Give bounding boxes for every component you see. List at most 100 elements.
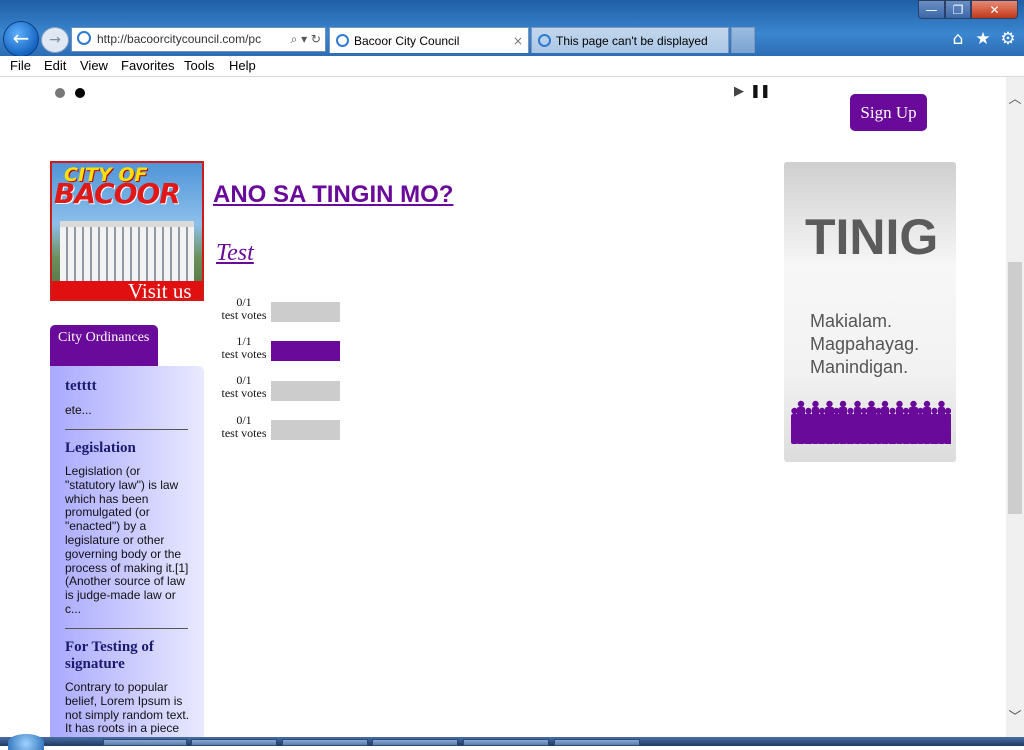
crowd-person-body	[930, 414, 939, 444]
menu-favorites[interactable]: Favorites	[121, 58, 174, 73]
menu-view[interactable]: View	[80, 58, 108, 73]
back-button[interactable]: ←	[3, 21, 39, 57]
crowd-person-head	[818, 407, 826, 415]
poll-option-fraction: 0/1	[236, 295, 252, 309]
crowd-person-body	[923, 407, 931, 444]
city-of-bacoor-banner[interactable]: CITY OF BACOOR Visit us	[50, 161, 204, 301]
slider-dot[interactable]	[55, 88, 65, 98]
city-hall-building-image	[60, 221, 194, 285]
slider-play-icon[interactable]: ▶	[734, 84, 744, 99]
home-icon[interactable]: ⌂	[947, 29, 969, 49]
crowd-person-head	[902, 407, 910, 415]
crowd-person-head	[839, 400, 847, 408]
scroll-up-arrow-icon[interactable]: ︿	[1006, 88, 1024, 107]
crowd-person-body	[917, 414, 924, 444]
ie-tab-icon	[336, 34, 349, 47]
city-ordinances-tab[interactable]: City Ordinances	[50, 325, 158, 367]
crowd-person-head	[938, 400, 945, 408]
ordinance-title[interactable]: For Testing of signature	[65, 639, 204, 673]
slider-dot-active[interactable]	[75, 88, 85, 98]
taskbar-item[interactable]	[554, 739, 640, 746]
poll-heading-link[interactable]: ANO SA TINGIN MO?	[213, 181, 453, 209]
poll-option-label: test votes	[221, 347, 267, 361]
taskbar-item[interactable]	[282, 739, 368, 746]
ordinance-divider	[65, 628, 188, 629]
crowd-person-head	[812, 400, 819, 408]
crowd-person-body	[825, 407, 834, 444]
ordinance-excerpt: Legislation (or "statutory law") is law …	[65, 464, 189, 616]
tab-title: This page can't be displayed	[556, 34, 708, 48]
taskbar-item[interactable]	[463, 739, 549, 746]
forward-button[interactable]: →	[41, 27, 69, 53]
tab-page-cant-be-displayed[interactable]: This page can't be displayed	[531, 27, 729, 53]
crowd-person-head	[833, 407, 840, 415]
tinig-slogan-line: Magpahayag.	[810, 334, 920, 354]
crowd-person-head	[889, 407, 896, 415]
maximize-button[interactable]: ❐	[945, 0, 971, 19]
poll-option-count: 0/1 test votes	[218, 374, 270, 400]
crowd-person-body	[797, 407, 805, 444]
poll-option-label: test votes	[221, 426, 267, 440]
city-ordinances-panel: tetttt ete... Legislation Legislation (o…	[50, 366, 204, 746]
taskbar-item[interactable]	[191, 739, 277, 746]
taskbar-item[interactable]	[103, 739, 187, 746]
crowd-person-body	[881, 407, 889, 444]
crowd-person-body	[812, 407, 819, 444]
tinig-title: TINIG	[805, 209, 939, 265]
crowd-person-body	[875, 414, 882, 444]
address-tools-icons[interactable]: ⌕ ▾ ↻	[286, 28, 325, 51]
tab-title: Bacoor City Council	[354, 34, 460, 48]
crowd-person-head	[931, 407, 938, 415]
crowd-person-head	[791, 407, 798, 415]
crowd-person-body	[944, 414, 951, 444]
ordinance-title[interactable]: tetttt	[65, 378, 97, 395]
ordinance-excerpt: Contrary to popular belief, Lorem Ipsum …	[65, 680, 190, 736]
favorites-star-icon[interactable]: ★	[972, 29, 994, 49]
tinig-slogan-line: Manindigan.	[810, 357, 909, 377]
crowd-person-head	[917, 407, 924, 415]
crowd-person-body	[846, 414, 855, 444]
start-button-icon[interactable]	[8, 734, 44, 750]
crowd-person-body	[867, 407, 876, 444]
taskbar-item[interactable]	[372, 739, 458, 746]
settings-gear-icon[interactable]: ⚙	[997, 29, 1019, 49]
scroll-down-arrow-icon[interactable]: ﹀	[1006, 706, 1024, 725]
minimize-button[interactable]: —	[918, 0, 945, 19]
sign-up-button[interactable]: Sign Up	[850, 94, 927, 131]
poll-option-count: 0/1 test votes	[218, 296, 270, 322]
crowd-person-body	[860, 414, 868, 444]
crowd-person-head	[847, 407, 854, 415]
crowd-person-body	[896, 407, 903, 444]
ordinance-title[interactable]: Legislation	[65, 440, 136, 457]
poll-option-label: test votes	[221, 386, 267, 400]
tab-close-icon[interactable]: ×	[513, 28, 523, 53]
menu-help[interactable]: Help	[229, 58, 256, 73]
close-window-button[interactable]: ✕	[971, 0, 1018, 19]
tab-bacoor-city-council[interactable]: Bacoor City Council ×	[329, 27, 529, 53]
poll-option-bar	[271, 381, 340, 401]
banner-visit-us: Visit us	[128, 279, 192, 301]
menu-file[interactable]: File	[10, 58, 31, 73]
crowd-person-body	[804, 414, 813, 444]
menu-edit[interactable]: Edit	[44, 58, 66, 73]
ordinance-excerpt: ete...	[65, 403, 92, 417]
crowd-person-head	[910, 400, 917, 408]
poll-option-bar	[271, 341, 340, 361]
scrollbar-thumb[interactable]	[1008, 262, 1022, 514]
poll-option-count: 0/1 test votes	[218, 414, 270, 440]
crowd-person-head	[896, 400, 903, 408]
crowd-silhouette-image	[791, 400, 951, 444]
crowd-person-head	[923, 400, 931, 408]
poll-option-bar	[271, 302, 340, 322]
poll-option-fraction: 0/1	[236, 413, 252, 427]
poll-question-link[interactable]: Test	[216, 240, 254, 267]
crowd-person-head	[875, 407, 882, 415]
address-bar[interactable]: http://bacoorcitycouncil.com/pc ⌕ ▾ ↻	[71, 27, 326, 52]
crowd-person-body	[902, 414, 910, 444]
menu-tools[interactable]: Tools	[184, 58, 214, 73]
ordinance-divider	[65, 429, 188, 430]
new-tab-button[interactable]	[731, 27, 755, 53]
slider-pause-icon[interactable]: ❚❚	[750, 84, 771, 99]
crowd-person-body	[839, 407, 847, 444]
menu-bar: File Edit View Favorites Tools Help	[0, 56, 1024, 77]
